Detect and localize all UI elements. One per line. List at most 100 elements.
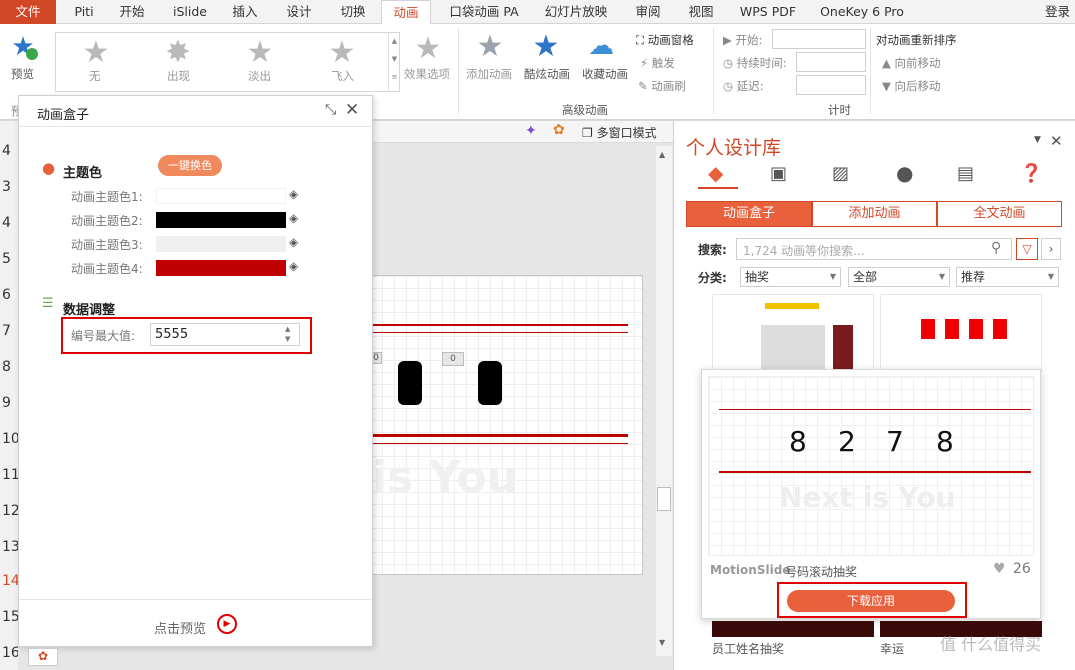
image-add-icon[interactable]: ▨ xyxy=(832,163,849,184)
help-icon[interactable]: ❓ xyxy=(1020,163,1042,184)
paint-bucket-icon[interactable]: ◈ xyxy=(289,235,298,249)
tab-wps-pdf[interactable]: WPS PDF xyxy=(735,0,801,24)
tab-insert[interactable]: 插入 xyxy=(225,0,265,24)
theme-color-swatch-1[interactable] xyxy=(156,188,286,204)
effect-options-icon[interactable]: ★ xyxy=(412,34,444,64)
multiwindow-button[interactable]: ❐ 多窗口模式 xyxy=(582,124,657,141)
tab-file[interactable]: 文件 xyxy=(0,0,56,24)
tab-review[interactable]: 审阅 xyxy=(628,0,668,24)
rolling-digit xyxy=(478,361,502,405)
template-thumbnail[interactable] xyxy=(712,294,874,372)
scroll-up-icon[interactable]: ▲ xyxy=(659,150,665,159)
filter-icon[interactable]: ▽ xyxy=(1016,238,1038,260)
category-select-2[interactable]: 全部 ▼ xyxy=(848,267,950,287)
delay-input[interactable] xyxy=(796,75,866,95)
search-icon[interactable]: ⚲ xyxy=(991,240,1001,256)
slide-number[interactable]: 4 xyxy=(2,143,11,159)
tab-view[interactable]: 视图 xyxy=(681,0,721,24)
animation-brush-button[interactable]: ✎ 动画刷 xyxy=(638,78,686,94)
tab-fulltext-animation[interactable]: 全文动画 xyxy=(937,201,1062,227)
effect-options-button[interactable]: 效果选项 xyxy=(404,66,450,82)
slide-number[interactable]: 6 xyxy=(2,287,11,303)
download-apply-button[interactable]: 下载应用 xyxy=(787,590,955,612)
slide-number[interactable]: 8 xyxy=(2,359,11,375)
panel-menu-icon[interactable]: ▼ xyxy=(1034,135,1041,145)
slide-watermark: is You xyxy=(372,452,518,503)
tab-transition[interactable]: 切换 xyxy=(333,0,373,24)
start-select[interactable] xyxy=(772,29,866,49)
toolbox-icon[interactable]: ▤ xyxy=(957,163,974,184)
paint-bucket-icon[interactable]: ◈ xyxy=(289,211,298,225)
thumb-card xyxy=(945,319,959,339)
theme-color-swatch-4[interactable] xyxy=(156,260,286,276)
advanced-animation-group-label: 高级动画 xyxy=(562,103,608,117)
close-icon[interactable]: ✕ xyxy=(1050,132,1063,150)
preview-button[interactable]: 预览 xyxy=(11,66,34,82)
category-select-1[interactable]: 抽奖 ▼ xyxy=(740,267,841,287)
login-link[interactable]: 登录 xyxy=(1040,0,1075,24)
cloud-favorite-icon[interactable]: ☁ xyxy=(585,32,617,60)
presentation-icon[interactable]: ▣ xyxy=(770,163,787,184)
gear-icon[interactable]: ✿ xyxy=(553,122,565,138)
close-icon[interactable]: ✕ xyxy=(345,100,359,120)
slide-number[interactable]: 3 xyxy=(2,179,11,195)
cool-animation-button[interactable]: 酷炫动画 xyxy=(524,66,570,82)
tab-add-animation[interactable]: 添加动画 xyxy=(812,201,937,227)
slide-number[interactable]: 4 xyxy=(2,215,11,231)
theme-color-swatch-3[interactable] xyxy=(156,236,286,252)
effect-fly-icon[interactable]: ★ xyxy=(326,38,358,68)
slide-number[interactable]: 9 xyxy=(2,395,11,411)
tab-slideshow[interactable]: 幻灯片放映 xyxy=(540,0,612,24)
theme-color-swatch-2[interactable] xyxy=(156,212,286,228)
tab-animation[interactable]: 动画 xyxy=(381,0,431,25)
add-animation-icon[interactable]: ★ xyxy=(474,32,506,62)
tab-animation-box[interactable]: 动画盒子 xyxy=(686,201,812,227)
slide-number[interactable]: 5 xyxy=(2,251,11,267)
trigger-button[interactable]: ⚡ 触发 xyxy=(640,55,675,71)
template-thumbnail[interactable] xyxy=(880,294,1042,372)
magic-wand-icon[interactable]: ✦ xyxy=(525,123,537,139)
tab-home[interactable]: 开始 xyxy=(112,0,152,24)
tab-onekey[interactable]: OneKey 6 Pro xyxy=(816,0,908,24)
stepper-icon[interactable]: ▲ ▼ xyxy=(285,324,290,344)
tab-design[interactable]: 设计 xyxy=(279,0,319,24)
lightbulb-icon[interactable]: ● xyxy=(896,161,913,185)
add-animation-button[interactable]: 添加动画 xyxy=(466,66,512,82)
template-thumbnail[interactable] xyxy=(712,621,874,637)
one-key-recolor-button[interactable]: 一键换色 xyxy=(158,155,222,176)
slide-number[interactable]: 7 xyxy=(2,323,11,339)
favorite-animation-button[interactable]: 收藏动画 xyxy=(582,66,628,82)
scroll-down-icon[interactable]: ▼ xyxy=(659,638,665,647)
max-number-input[interactable]: 5555 ▲ ▼ xyxy=(150,323,300,346)
tab-piti[interactable]: Piti xyxy=(64,0,104,24)
theme-color-heading: 主题色 xyxy=(63,166,103,181)
slide-canvas[interactable]: 0 0 is You xyxy=(369,275,643,575)
preview-red-line xyxy=(719,409,1031,410)
scroll-thumb[interactable] xyxy=(657,487,671,511)
dialog-title: 动画盒子 xyxy=(37,108,90,123)
gallery-scroll[interactable]: ▲ ▼ ≡ xyxy=(388,32,400,92)
search-input[interactable]: 1,724 动画等你搜索... ⚲ xyxy=(736,238,1012,260)
animation-pane-button[interactable]: ⛶ 动画窗格 xyxy=(636,32,694,48)
preview-label[interactable]: 点击预览 xyxy=(154,618,206,637)
tab-islide[interactable]: iSlide xyxy=(165,0,215,24)
chevron-down-icon: ▼ xyxy=(829,272,836,281)
effect-fade-icon[interactable]: ★ xyxy=(244,38,276,68)
heart-icon[interactable]: ♥ xyxy=(993,561,1006,577)
move-later-button[interactable]: ▼ 向后移动 xyxy=(882,78,941,94)
paint-bucket-icon[interactable]: ◈ xyxy=(289,187,298,201)
paint-bucket-icon[interactable]: ◈ xyxy=(289,259,298,273)
play-circle-icon[interactable]: ▶ xyxy=(217,614,237,634)
chevron-right-icon[interactable]: › xyxy=(1041,238,1061,260)
cool-animation-icon[interactable]: ★ xyxy=(530,32,562,62)
editor-scrollbar[interactable]: ▲ ▼ xyxy=(656,146,672,656)
move-earlier-button[interactable]: ▲ 向前移动 xyxy=(882,55,941,71)
duration-input[interactable] xyxy=(796,52,866,72)
effect-appear-icon[interactable]: ✸ xyxy=(162,38,194,68)
tab-pocket-animation[interactable]: 口袋动画 PA xyxy=(444,0,524,24)
resize-icon[interactable]: ⤡ xyxy=(325,102,336,118)
number-box: 0 xyxy=(442,352,464,366)
box-icon[interactable]: ◆ xyxy=(708,161,723,185)
category-select-3[interactable]: 推荐 ▼ xyxy=(956,267,1059,287)
effect-none-icon[interactable]: ★ xyxy=(80,38,112,68)
